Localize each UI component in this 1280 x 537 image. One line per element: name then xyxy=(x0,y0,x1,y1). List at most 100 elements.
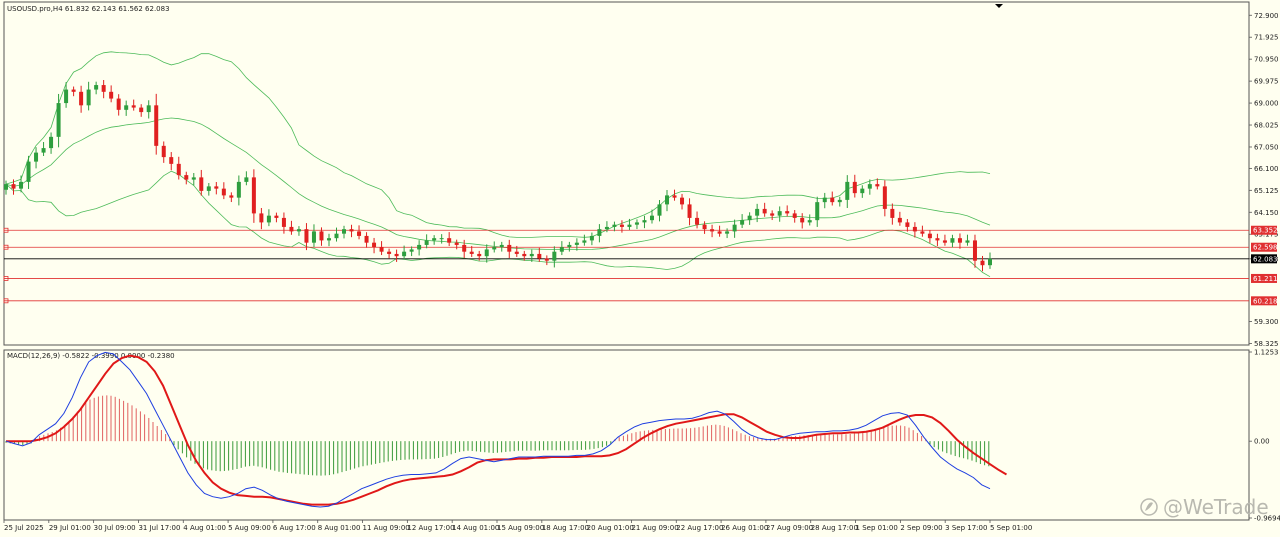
time-tick-label: 2 Sep 09:00 xyxy=(900,524,942,532)
candle-bear xyxy=(274,215,279,218)
candle-bear xyxy=(169,157,174,164)
time-tick-label: 4 Aug 01:00 xyxy=(183,524,226,532)
candle-bull xyxy=(642,220,647,223)
candle-bull xyxy=(492,247,497,250)
candle-bear xyxy=(357,231,362,236)
candle-bull xyxy=(417,244,422,250)
candle-bull xyxy=(740,220,745,225)
candle-bear xyxy=(387,251,392,254)
watermark-text: @WeTrade xyxy=(1163,495,1269,519)
candle-bear xyxy=(161,145,166,158)
candle-bear xyxy=(544,258,549,261)
price-tick-label: 59.300 xyxy=(1254,318,1279,326)
candle-bear xyxy=(687,204,692,218)
candle-bull xyxy=(409,249,414,252)
candle-bear xyxy=(912,226,917,232)
macd-info-label: MACD(12,26,9) -0.5822 -0.3990 0.0000 -0.… xyxy=(7,352,175,360)
candle-bear xyxy=(101,85,106,92)
candle-bull xyxy=(822,197,827,203)
candle-bull xyxy=(56,103,61,137)
time-tick-label: 27 Aug 09:00 xyxy=(766,524,813,532)
candle-bear xyxy=(792,213,797,218)
candle-bear xyxy=(154,105,159,146)
candle-bear xyxy=(830,197,835,203)
price-tick-label: 71.925 xyxy=(1254,34,1279,42)
price-tick-label: 69.975 xyxy=(1254,78,1279,86)
candle-bear xyxy=(785,211,790,214)
candle-bear xyxy=(507,244,512,252)
price-tick-label: 68.025 xyxy=(1254,122,1279,130)
candle-bull xyxy=(860,188,865,194)
candle-bear xyxy=(199,177,204,191)
candle-bear xyxy=(289,226,294,232)
candle-bear xyxy=(79,91,84,106)
candle-bear xyxy=(109,91,114,99)
macd-tick-label: 0.00 xyxy=(1254,438,1270,446)
candle-bear xyxy=(957,238,962,243)
candle-bull xyxy=(244,177,249,182)
candle-bull xyxy=(191,177,196,180)
candle-bull xyxy=(988,258,992,266)
candle-bull xyxy=(649,215,654,221)
candle-bull xyxy=(604,226,609,230)
candle-bull xyxy=(725,231,730,234)
candle-bull xyxy=(589,235,594,241)
candle-bull xyxy=(26,161,31,182)
price-tag-label: 60.218 xyxy=(1253,297,1278,305)
time-tick-label: 1 Sep 01:00 xyxy=(856,524,898,532)
time-tick-label: 26 Aug 01:00 xyxy=(721,524,768,532)
time-tick-label: 25 Jul 2025 xyxy=(4,524,44,532)
price-tag-label: 62.083 xyxy=(1253,255,1278,263)
candle-bear xyxy=(281,217,286,227)
candle-bull xyxy=(755,208,760,216)
candle-bull xyxy=(34,152,39,162)
candle-bear xyxy=(214,186,219,189)
macd-tick-label: 1.1253 xyxy=(1254,349,1279,357)
price-tick-label: 64.150 xyxy=(1254,209,1279,217)
candle-bull xyxy=(402,251,407,257)
price-tag-label: 63.352 xyxy=(1253,227,1278,235)
candle-bear xyxy=(942,240,947,243)
candle-bear xyxy=(672,195,677,198)
candle-bear xyxy=(259,213,264,223)
candle-bear xyxy=(184,175,189,180)
time-tick-label: 15 Aug 09:00 xyxy=(497,524,544,532)
candle-bear xyxy=(139,107,144,113)
candle-bear xyxy=(537,253,542,259)
price-tick-label: 72.900 xyxy=(1254,12,1279,20)
time-tick-label: 22 Aug 17:00 xyxy=(676,524,723,532)
price-tick-label: 70.950 xyxy=(1254,56,1279,64)
candle-bear xyxy=(762,208,767,214)
time-tick-label: 20 Aug 01:00 xyxy=(587,524,634,532)
price-tick-label: 66.100 xyxy=(1254,165,1279,173)
candle-bear xyxy=(221,188,226,196)
candle-bull xyxy=(266,215,271,223)
candle-bear xyxy=(447,238,452,243)
candle-bull xyxy=(732,224,737,232)
candle-bull xyxy=(49,136,54,149)
candle-bull xyxy=(529,253,534,257)
candle-bear xyxy=(717,231,722,234)
price-tick-label: 67.050 xyxy=(1254,143,1279,151)
candle-bull xyxy=(567,244,572,248)
candle-bear xyxy=(522,253,527,257)
candle-bull xyxy=(311,231,316,243)
candle-bull xyxy=(627,224,632,227)
candle-bear xyxy=(800,217,805,223)
candle-bull xyxy=(86,89,91,106)
candle-bear xyxy=(229,195,234,198)
chart-terminal[interactable]: USOUSD.pro,H4 61.832 62.143 61.562 62.08… xyxy=(0,0,1280,537)
candle-bull xyxy=(146,105,151,113)
candle-bear xyxy=(905,222,910,227)
candle-bear xyxy=(770,213,775,216)
candle-bull xyxy=(41,148,46,153)
price-tag-label: 61.211 xyxy=(1253,275,1278,283)
candle-bear xyxy=(304,229,309,243)
candle-bull xyxy=(484,249,489,257)
candle-bull xyxy=(965,240,970,243)
candle-bull xyxy=(807,220,812,223)
candle-bear xyxy=(897,217,902,223)
candle-bull xyxy=(439,238,444,240)
candle-bull xyxy=(94,85,99,90)
price-tick-label: 65.125 xyxy=(1254,187,1279,195)
